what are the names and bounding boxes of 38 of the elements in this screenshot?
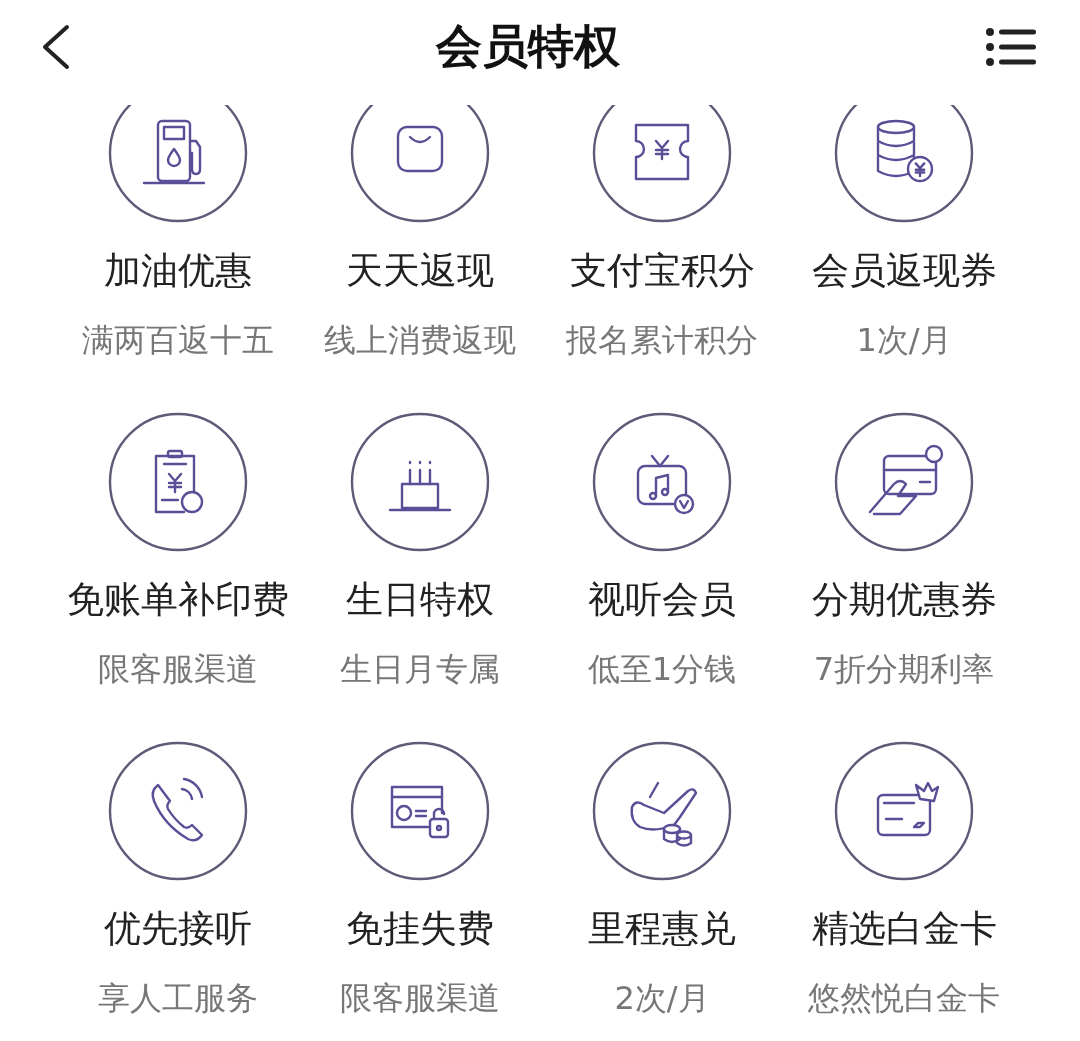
privilege-note: 线上消费返现 xyxy=(324,320,516,360)
cake-icon[interactable] xyxy=(350,412,490,552)
card-lock-icon[interactable] xyxy=(350,741,490,881)
page-title: 会员特权 xyxy=(436,17,620,75)
privilege-note: 低至1分钱 xyxy=(587,649,737,689)
phone-icon[interactable] xyxy=(108,741,248,881)
privilege-name: 里程惠兑 xyxy=(588,907,736,951)
coupon-icon[interactable] xyxy=(592,105,732,223)
card-crown-icon[interactable] xyxy=(834,741,974,881)
privilege-name: 免账单补印费 xyxy=(67,578,289,622)
privilege-name: 分期优惠券 xyxy=(811,578,997,622)
privilege-name: 视听会员 xyxy=(588,578,736,622)
privilege-note: 享人工服务 xyxy=(98,978,258,1018)
card-payment-icon[interactable] xyxy=(834,412,974,552)
privilege-note: 1次/月 xyxy=(856,320,952,360)
coin-stack-icon[interactable] xyxy=(834,105,974,223)
menu-icon[interactable] xyxy=(986,27,1036,66)
tv-icon[interactable] xyxy=(592,412,732,552)
privilege-note: 2次/月 xyxy=(614,978,710,1018)
privilege-name: 免挂失费 xyxy=(346,907,494,951)
fuel-pump-icon[interactable] xyxy=(108,105,248,223)
bill-icon[interactable] xyxy=(108,412,248,552)
privilege-name: 加油优惠 xyxy=(104,249,252,293)
privilege-note: 生日月专属 xyxy=(340,649,500,689)
privilege-name: 优先接听 xyxy=(104,907,252,951)
shopping-bag-icon[interactable] xyxy=(350,105,490,223)
privilege-name: 天天返现 xyxy=(346,249,494,293)
privilege-note: 报名累计积分 xyxy=(566,320,758,360)
privilege-note: 限客服渠道 xyxy=(98,649,258,689)
privilege-note: 限客服渠道 xyxy=(340,978,500,1018)
privilege-note: 悠然悦白金卡 xyxy=(808,978,1000,1018)
privilege-name: 会员返现券 xyxy=(811,249,997,293)
privilege-note: 7折分期利率 xyxy=(813,649,995,689)
back-icon[interactable] xyxy=(40,23,70,70)
privilege-name: 支付宝积分 xyxy=(569,249,755,293)
privilege-name: 生日特权 xyxy=(346,578,494,622)
privilege-name: 精选白金卡 xyxy=(811,907,997,951)
privilege-note: 满两百返十五 xyxy=(82,320,274,360)
